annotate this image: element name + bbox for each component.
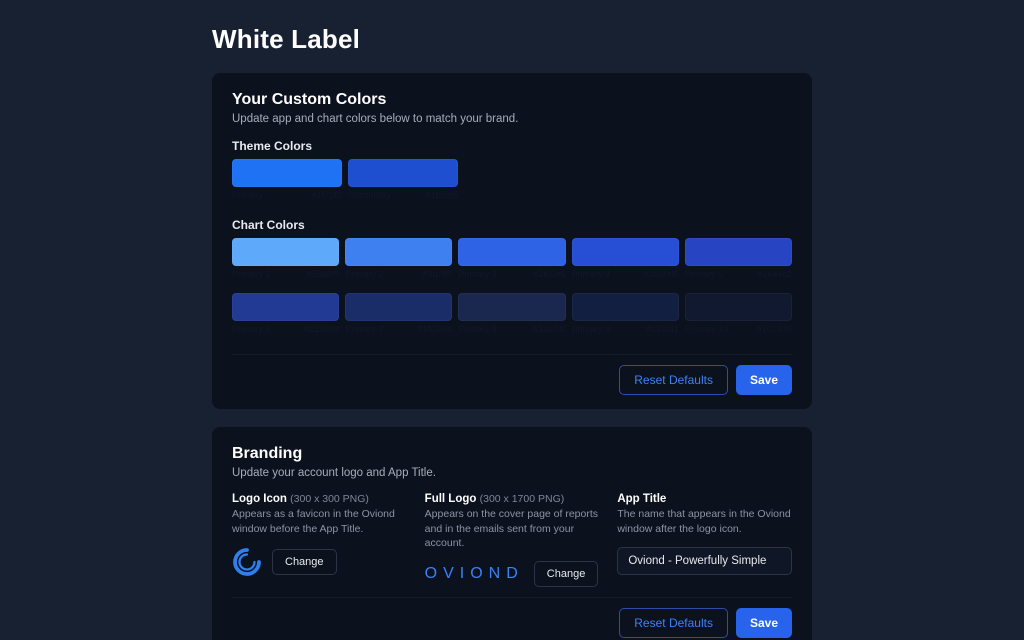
swatch-meta: Primary 4#2850d6 xyxy=(572,269,679,279)
swatch-color xyxy=(348,159,458,187)
color-swatch[interactable]: Secondary#1f55d5 xyxy=(348,159,458,210)
chart-colors-row-1: Primary 1#58a6f9 Primary 2#3d7ff0 Primary … xyxy=(232,238,792,289)
custom-colors-card: Your Custom Colors Update app and chart … xyxy=(212,73,812,409)
swatch-color xyxy=(232,293,339,321)
swatch-color xyxy=(458,293,565,321)
reset-defaults-button[interactable]: Reset Defaults xyxy=(619,365,728,395)
logo-icon-desc: Appears as a favicon in the Oviond windo… xyxy=(232,507,407,537)
color-swatch[interactable]: Primary 9#131f41 xyxy=(572,293,679,344)
color-swatch[interactable]: Primary 10#101830 xyxy=(685,293,792,344)
branding-save-button[interactable]: Save xyxy=(736,608,792,638)
swatch-color xyxy=(572,293,679,321)
theme-colors-label: Theme Colors xyxy=(232,139,792,153)
swatch-color xyxy=(232,238,339,266)
swatch-color xyxy=(345,238,452,266)
swatch-meta: Primary 10#101830 xyxy=(685,324,792,334)
swatch-meta: Primary 6#223993 xyxy=(232,324,339,334)
theme-colors-row: Primary#1f72f3 Secondary#1f55d5 xyxy=(232,159,792,210)
app-title-section: App Title The name that appears in the O… xyxy=(617,493,792,587)
logo-icon-section: Logo Icon (300 x 300 PNG) Appears as a f… xyxy=(232,493,407,587)
swatch-meta: Primary 9#131f41 xyxy=(572,324,679,334)
color-swatch[interactable]: Primary 5#2644c2 xyxy=(685,238,792,289)
color-swatch[interactable]: Primary 2#3d7ff0 xyxy=(345,238,452,289)
swatch-meta: Primary 2#3d7ff0 xyxy=(345,269,452,279)
full-logo-change-button[interactable]: Change xyxy=(534,561,599,587)
save-button[interactable]: Save xyxy=(736,365,792,395)
brand-logo-icon xyxy=(232,547,262,577)
full-logo-desc: Appears on the cover page of reports and… xyxy=(425,507,600,551)
swatch-meta: Primary 8#1a274f xyxy=(458,324,565,334)
swatch-color xyxy=(685,238,792,266)
page-title: White Label xyxy=(212,24,812,55)
custom-colors-subtitle: Update app and chart colors below to mat… xyxy=(232,113,792,125)
color-swatch[interactable]: Primary 4#2850d6 xyxy=(572,238,679,289)
branding-footer: Reset Defaults Save xyxy=(232,597,792,638)
branding-title: Branding xyxy=(232,445,792,463)
swatch-meta: Primary#1f72f3 xyxy=(232,190,342,200)
full-logo-section: Full Logo (300 x 1700 PNG) Appears on th… xyxy=(425,493,600,587)
swatch-color xyxy=(685,293,792,321)
custom-colors-title: Your Custom Colors xyxy=(232,91,792,109)
custom-colors-footer: Reset Defaults Save xyxy=(232,354,792,395)
full-logo-label: Full Logo (300 x 1700 PNG) xyxy=(425,493,600,505)
swatch-color xyxy=(572,238,679,266)
branding-subtitle: Update your account logo and App Title. xyxy=(232,467,792,479)
app-title-desc: The name that appears in the Oviond wind… xyxy=(617,507,792,537)
swatch-meta: Primary 5#2644c2 xyxy=(685,269,792,279)
swatch-color xyxy=(232,159,342,187)
chart-colors-row-2: Primary 6#223993 Primary 7#1b2e6a Primary … xyxy=(232,293,792,344)
color-swatch[interactable]: Primary 6#223993 xyxy=(232,293,339,344)
color-swatch[interactable]: Primary 1#58a6f9 xyxy=(232,238,339,289)
swatch-meta: Primary 1#58a6f9 xyxy=(232,269,339,279)
swatch-meta: Primary 7#1b2e6a xyxy=(345,324,452,334)
swatch-meta: Primary 3#2f65e6 xyxy=(458,269,565,279)
color-swatch[interactable]: Primary 7#1b2e6a xyxy=(345,293,452,344)
logo-icon-change-button[interactable]: Change xyxy=(272,549,337,575)
chart-colors-label: Chart Colors xyxy=(232,218,792,232)
logo-icon-label: Logo Icon (300 x 300 PNG) xyxy=(232,493,407,505)
swatch-color xyxy=(458,238,565,266)
color-swatch[interactable]: Primary#1f72f3 xyxy=(232,159,342,210)
color-swatch[interactable]: Primary 8#1a274f xyxy=(458,293,565,344)
swatch-color xyxy=(345,293,452,321)
branding-card: Branding Update your account logo and Ap… xyxy=(212,427,812,640)
brand-full-logo: OVIOND xyxy=(425,565,524,583)
branding-reset-defaults-button[interactable]: Reset Defaults xyxy=(619,608,728,638)
color-swatch[interactable]: Primary 3#2f65e6 xyxy=(458,238,565,289)
app-title-input[interactable] xyxy=(617,547,792,575)
app-title-label: App Title xyxy=(617,493,792,505)
swatch-meta: Secondary#1f55d5 xyxy=(348,190,458,200)
